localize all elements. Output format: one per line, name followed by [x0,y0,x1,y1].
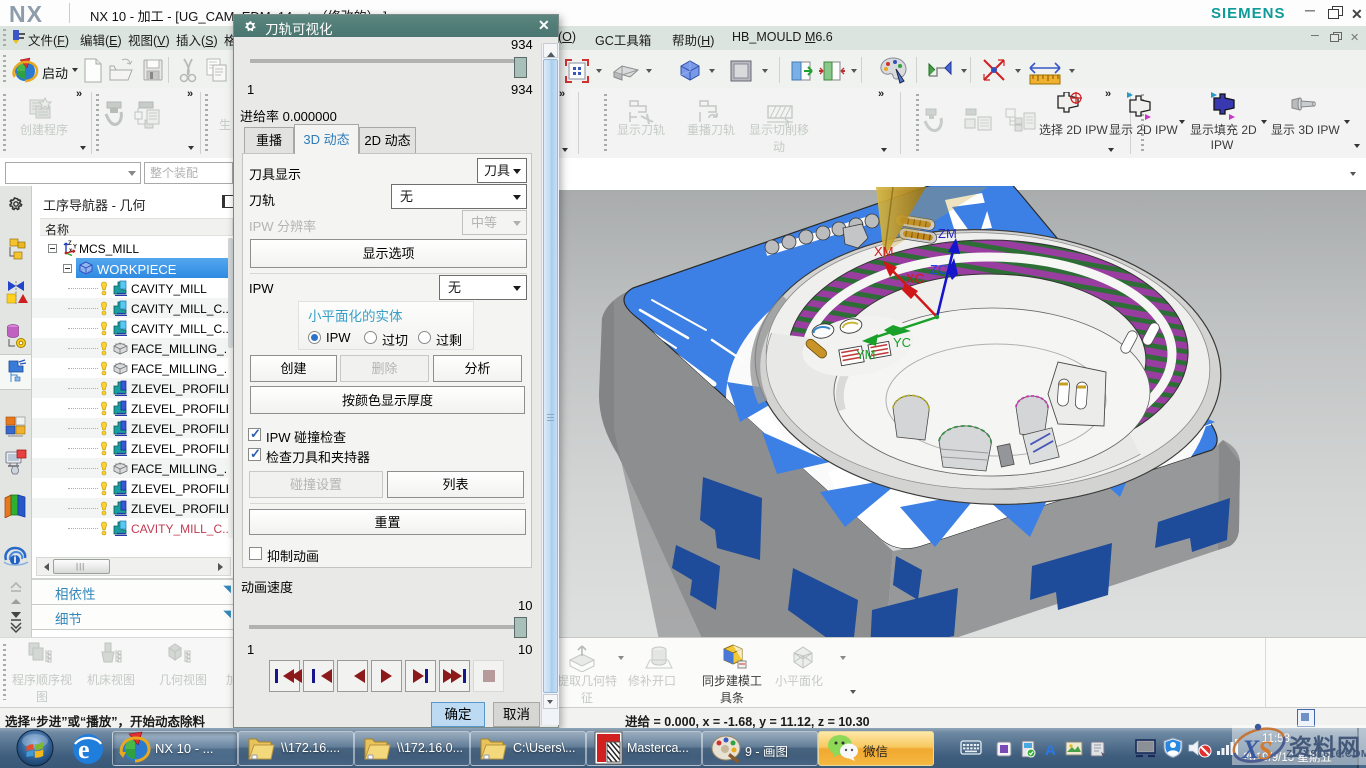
svg-text:S: S [1258,736,1272,765]
svg-text:ZC: ZC [930,262,947,277]
svg-text:YM: YM [856,347,876,362]
svg-text:ZM: ZM [938,226,957,241]
svg-text:A: A [1045,742,1056,758]
svg-text:YC: YC [893,335,911,350]
svg-text:Z: Z [68,241,72,247]
svg-text:XC: XC [906,271,924,286]
svg-text:XM: XM [874,244,894,259]
svg-text:Y: Y [73,245,77,251]
